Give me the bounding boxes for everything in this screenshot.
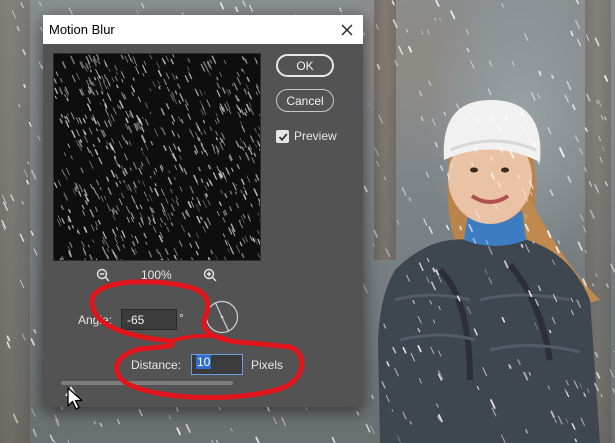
- angle-dial-icon[interactable]: [205, 300, 239, 334]
- degree-unit: °: [179, 311, 184, 325]
- zoom-in-icon[interactable]: [203, 268, 217, 282]
- cancel-button[interactable]: Cancel: [276, 89, 334, 112]
- pixels-unit: Pixels: [251, 358, 284, 372]
- distance-value: 10: [196, 355, 212, 369]
- cursor-pointer-icon: [67, 387, 83, 410]
- angle-label: Angle:: [78, 313, 113, 327]
- ok-button[interactable]: OK: [276, 54, 334, 77]
- dialog-title: Motion Blur: [49, 22, 115, 37]
- zoom-level: 100%: [141, 268, 172, 282]
- zoom-out-icon[interactable]: [96, 268, 110, 282]
- distance-slider[interactable]: [61, 381, 233, 385]
- dialog-titlebar[interactable]: Motion Blur: [43, 15, 363, 44]
- motion-blur-dialog: Motion Blur 100% OK Cancel Preview Angle…: [43, 15, 363, 407]
- check-icon: [278, 132, 287, 141]
- distance-input[interactable]: 10: [191, 354, 243, 375]
- close-button[interactable]: [331, 15, 363, 44]
- close-icon: [341, 24, 353, 35]
- distance-label: Distance:: [131, 358, 182, 372]
- filter-preview[interactable]: [53, 53, 261, 261]
- preview-noise: [54, 54, 260, 260]
- preview-label: Preview: [294, 129, 337, 143]
- angle-input[interactable]: [121, 309, 177, 330]
- preview-checkbox[interactable]: [276, 130, 289, 143]
